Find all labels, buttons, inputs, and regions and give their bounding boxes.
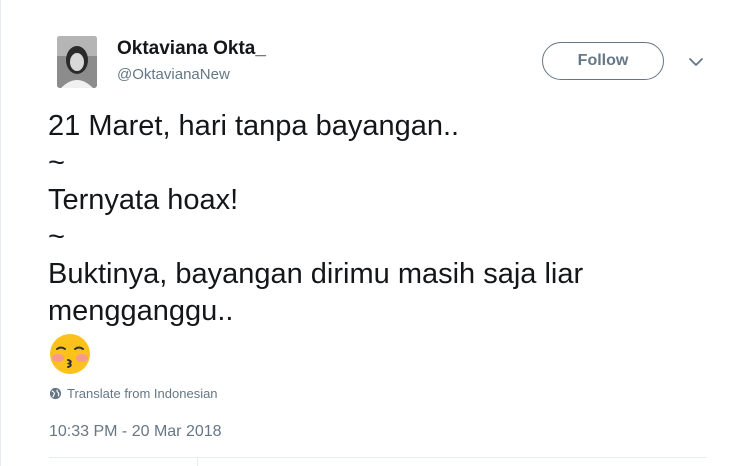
tweet-line: mengganggu.. <box>48 295 234 327</box>
tweet-text: 21 Maret, hari tanpa bayangan.. ~ Ternya… <box>48 108 728 330</box>
tweet-line: 21 Maret, hari tanpa bayangan.. <box>48 110 460 142</box>
divider <box>49 457 707 458</box>
follow-button[interactable]: Follow <box>542 42 664 80</box>
globe-icon <box>49 387 62 400</box>
tweet-line: Buktinya, bayangan dirimu masih saja lia… <box>48 258 584 290</box>
user-handle[interactable]: @OktavianaNew <box>117 66 230 83</box>
divider <box>197 458 198 466</box>
translate-label[interactable]: Translate from Indonesian <box>67 386 218 401</box>
translate-link[interactable]: Translate from Indonesian <box>49 386 218 401</box>
avatar[interactable] <box>57 36 97 88</box>
tweet-line: Ternyata hoax! <box>48 184 239 216</box>
display-name[interactable]: Oktaviana Okta_ <box>117 38 266 60</box>
tweet-timestamp[interactable]: 10:33 PM - 20 Mar 2018 <box>49 423 222 441</box>
frame-border <box>0 0 1 466</box>
tweet-line: ~ <box>48 147 65 179</box>
kissing-face-emoji-icon <box>50 334 90 374</box>
chevron-down-icon[interactable] <box>686 52 706 72</box>
tweet-line: ~ <box>48 221 65 253</box>
